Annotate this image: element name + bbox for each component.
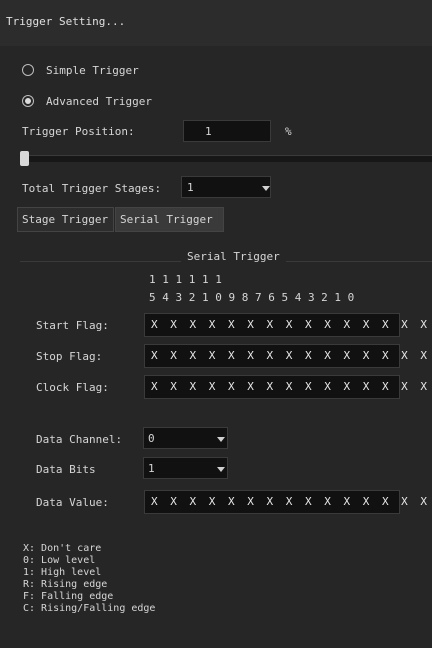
stop-flag-value: X X X X X X X X X X X X X X X X <box>151 349 432 362</box>
stop-flag-input[interactable]: X X X X X X X X X X X X X X X X <box>144 344 432 368</box>
data-channel-select[interactable]: 0 <box>143 427 228 449</box>
tab-stage-trigger-label: Stage Trigger <box>22 213 109 226</box>
advanced-trigger-label[interactable]: Advanced Trigger <box>46 95 152 108</box>
window-title: Trigger Setting... <box>6 15 126 28</box>
window-titlebar: Trigger Setting... <box>0 0 432 46</box>
tab-stage-trigger[interactable]: Stage Trigger <box>17 207 114 232</box>
legend-rising-falling-edge: C: Rising/Falling edge <box>23 603 156 614</box>
data-value-input[interactable]: X X X X X X X X X X X X X X X X <box>144 490 432 514</box>
start-flag-input[interactable]: X X X X X X X X X X X X X X X X <box>144 313 432 337</box>
data-bits-value: 1 <box>148 462 155 475</box>
data-channel-label: Data Channel: <box>36 433 123 446</box>
stop-flag-label: Stop Flag: <box>36 350 103 363</box>
chevron-down-icon <box>217 467 225 472</box>
total-stages-value: 1 <box>187 181 194 194</box>
clock-flag-label: Clock Flag: <box>36 381 109 394</box>
advanced-trigger-radio[interactable] <box>22 95 34 107</box>
data-value-label: Data Value: <box>36 496 109 509</box>
trigger-position-slider-track[interactable] <box>22 155 432 162</box>
legend-rising-edge: R: Rising edge <box>23 579 108 590</box>
legend-high-level: 1: High level <box>23 567 102 578</box>
start-flag-label: Start Flag: <box>36 319 109 332</box>
trigger-position-input[interactable]: 1 <box>183 120 271 142</box>
total-stages-label: Total Trigger Stages: <box>22 182 162 195</box>
trigger-position-unit: % <box>285 125 292 138</box>
simple-trigger-label[interactable]: Simple Trigger <box>46 64 139 77</box>
total-stages-select[interactable]: 1 <box>181 176 271 198</box>
serial-trigger-group-title: Serial Trigger <box>181 250 286 263</box>
trigger-position-label: Trigger Position: <box>22 125 135 138</box>
legend-low-level: 0: Low level <box>23 555 96 566</box>
data-bits-label: Data Bits <box>36 463 96 476</box>
bit-header-tens: 1 1 1 1 1 1 <box>149 273 222 286</box>
data-value-value: X X X X X X X X X X X X X X X X <box>151 495 432 508</box>
simple-trigger-radio[interactable] <box>22 64 34 76</box>
data-bits-select[interactable]: 1 <box>143 457 228 479</box>
trigger-position-value: 1 <box>205 125 212 138</box>
tab-serial-trigger-label: Serial Trigger <box>120 213 213 226</box>
clock-flag-input[interactable]: X X X X X X X X X X X X X X X X <box>144 375 432 399</box>
data-channel-value: 0 <box>148 432 155 445</box>
bit-header-units: 5 4 3 2 1 0 9 8 7 6 5 4 3 2 1 0 <box>149 291 355 304</box>
tab-serial-trigger[interactable]: Serial Trigger <box>115 207 224 232</box>
chevron-down-icon <box>217 437 225 442</box>
chevron-down-icon <box>262 186 270 191</box>
trigger-position-slider-thumb[interactable] <box>20 151 29 166</box>
start-flag-value: X X X X X X X X X X X X X X X X <box>151 318 432 331</box>
clock-flag-value: X X X X X X X X X X X X X X X X <box>151 380 432 393</box>
legend-falling-edge: F: Falling edge <box>23 591 114 602</box>
legend-dont-care: X: Don't care <box>23 543 102 554</box>
